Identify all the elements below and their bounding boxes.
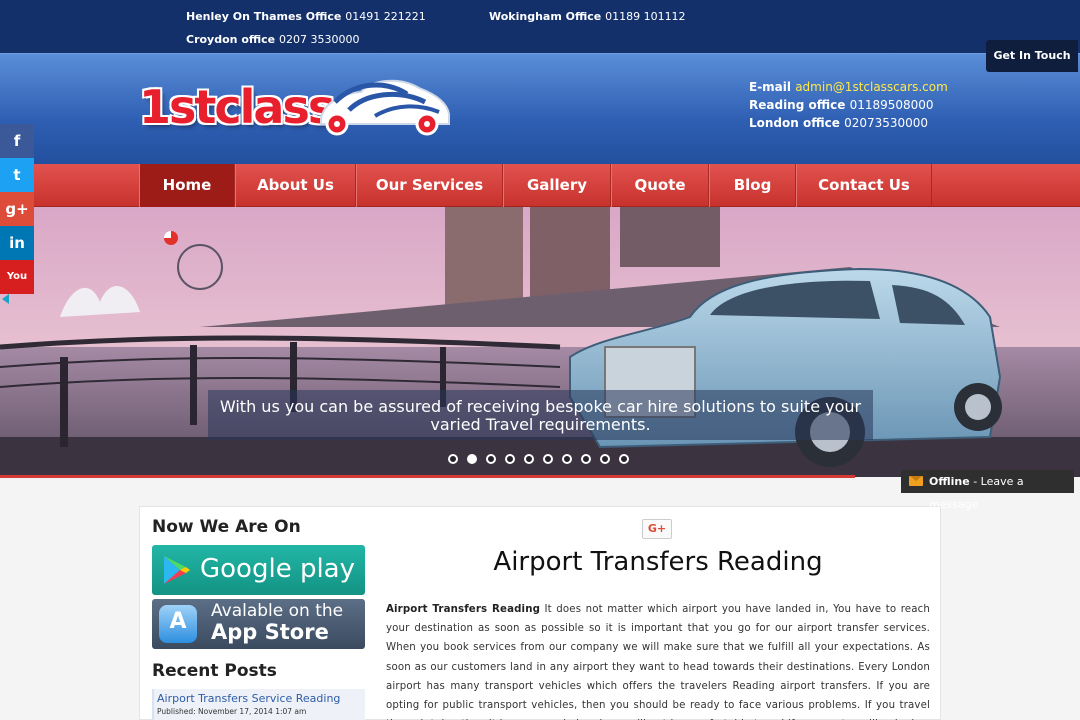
recent-post-link[interactable]: Airport Transfers Service Reading	[157, 692, 365, 705]
slider-dot[interactable]	[543, 454, 553, 464]
email-link[interactable]: admin@1stclasscars.com	[795, 80, 948, 94]
slider-dot-active[interactable]	[467, 454, 477, 464]
reading-office-line: Reading office 01189508000	[749, 96, 948, 114]
office-label: Croydon office	[186, 33, 276, 46]
nav-our-services[interactable]: Our Services	[356, 164, 503, 207]
get-in-touch-button[interactable]: Get In Touch	[986, 40, 1078, 72]
office-number[interactable]: 0207 3530000	[279, 33, 359, 46]
recent-post-item: Airport Transfers Service Reading Publis…	[152, 689, 365, 720]
article-text: It does not matter which airport you hav…	[386, 604, 930, 720]
page-title: Airport Transfers Reading	[493, 547, 823, 577]
facebook-icon[interactable]: f	[0, 124, 34, 158]
google-plus-share-button[interactable]: G+	[642, 519, 672, 539]
slide-timer-icon	[164, 231, 178, 245]
london-office-label: London office	[749, 116, 840, 130]
envelope-icon	[909, 476, 923, 486]
nav-blog[interactable]: Blog	[709, 164, 796, 207]
social-share-bar: f t g+ in You	[0, 124, 34, 294]
main-nav: Home About Us Our Services Gallery Quote…	[0, 164, 1080, 207]
slider-dot[interactable]	[486, 454, 496, 464]
slider-dot[interactable]	[562, 454, 572, 464]
office-wokingham: Wokingham Office 01189 101112	[489, 10, 686, 23]
app-store-title: App Store	[211, 620, 329, 644]
nav-gallery[interactable]: Gallery	[503, 164, 611, 207]
office-number[interactable]: 01491 221221	[345, 10, 425, 23]
slider-dot[interactable]	[581, 454, 591, 464]
app-store-subtitle: Avalable on the	[211, 601, 344, 621]
slide-caption: With us you can be assured of receiving …	[208, 390, 873, 440]
google-play-label: Google play	[200, 554, 355, 584]
youtube-icon[interactable]: You	[0, 260, 34, 294]
google-play-icon	[164, 556, 190, 584]
office-label: Henley On Thames Office	[186, 10, 342, 23]
now-we-are-on-heading: Now We Are On	[152, 517, 301, 537]
logo-text: 1stclass	[139, 80, 335, 134]
london-office-number[interactable]: 02073530000	[844, 116, 928, 130]
linkedin-icon[interactable]: in	[0, 226, 34, 260]
slide-caption-line: With us you can be assured of receiving …	[219, 397, 862, 416]
office-henley: Henley On Thames Office 01491 221221	[186, 10, 426, 23]
slide-caption-line: varied Travel requirements.	[430, 415, 651, 434]
nav-about-us[interactable]: About Us	[235, 164, 356, 207]
nav-quote[interactable]: Quote	[611, 164, 709, 207]
email-line: E-mail admin@1stclasscars.com	[749, 78, 948, 96]
nav-home[interactable]: Home	[139, 164, 235, 207]
offline-chat-button[interactable]: Offline - Leave a message	[901, 470, 1074, 511]
reading-office-label: Reading office	[749, 98, 846, 112]
slider-dot[interactable]	[505, 454, 515, 464]
office-number[interactable]: 01189 101112	[605, 10, 685, 23]
slider-dot[interactable]	[524, 454, 534, 464]
recent-post-date: Published: November 17, 2014 1:07 am	[157, 707, 307, 716]
email-label: E-mail	[749, 80, 792, 94]
car-logo-icon	[320, 79, 450, 136]
recent-posts-heading: Recent Posts	[152, 661, 277, 681]
office-croydon: Croydon office 0207 3530000	[186, 33, 359, 46]
slider-dot[interactable]	[600, 454, 610, 464]
app-store-button[interactable]: Avalable on the App Store	[152, 599, 365, 649]
site-logo[interactable]: 1stclass	[139, 72, 451, 142]
app-store-icon	[159, 605, 197, 643]
content-area: Now We Are On Google play Avalable on th…	[139, 506, 941, 720]
nav-contact-us[interactable]: Contact Us	[796, 164, 932, 207]
google-play-button[interactable]: Google play	[152, 545, 365, 595]
site-header: 1stclass E-mail admin@1stclasscars.com R…	[0, 53, 1080, 164]
header-contact: E-mail admin@1stclasscars.com Reading of…	[749, 78, 948, 132]
chat-status: Offline	[929, 475, 970, 488]
article-lead: Airport Transfers Reading	[386, 604, 541, 615]
office-label: Wokingham Office	[489, 10, 602, 23]
slider-dot[interactable]	[619, 454, 629, 464]
article-body: Airport Transfers Reading It does not ma…	[386, 600, 930, 720]
slider-dot[interactable]	[448, 454, 458, 464]
slider-progress-bar	[0, 475, 855, 478]
london-office-line: London office 02073530000	[749, 114, 948, 132]
twitter-icon[interactable]: t	[0, 158, 34, 192]
google-plus-icon[interactable]: g+	[0, 192, 34, 226]
reading-office-number[interactable]: 01189508000	[850, 98, 934, 112]
social-collapse-icon[interactable]	[2, 294, 9, 304]
top-bar: Henley On Thames Office 01491 221221 Wok…	[0, 0, 1080, 53]
slider-pagination	[448, 454, 629, 464]
